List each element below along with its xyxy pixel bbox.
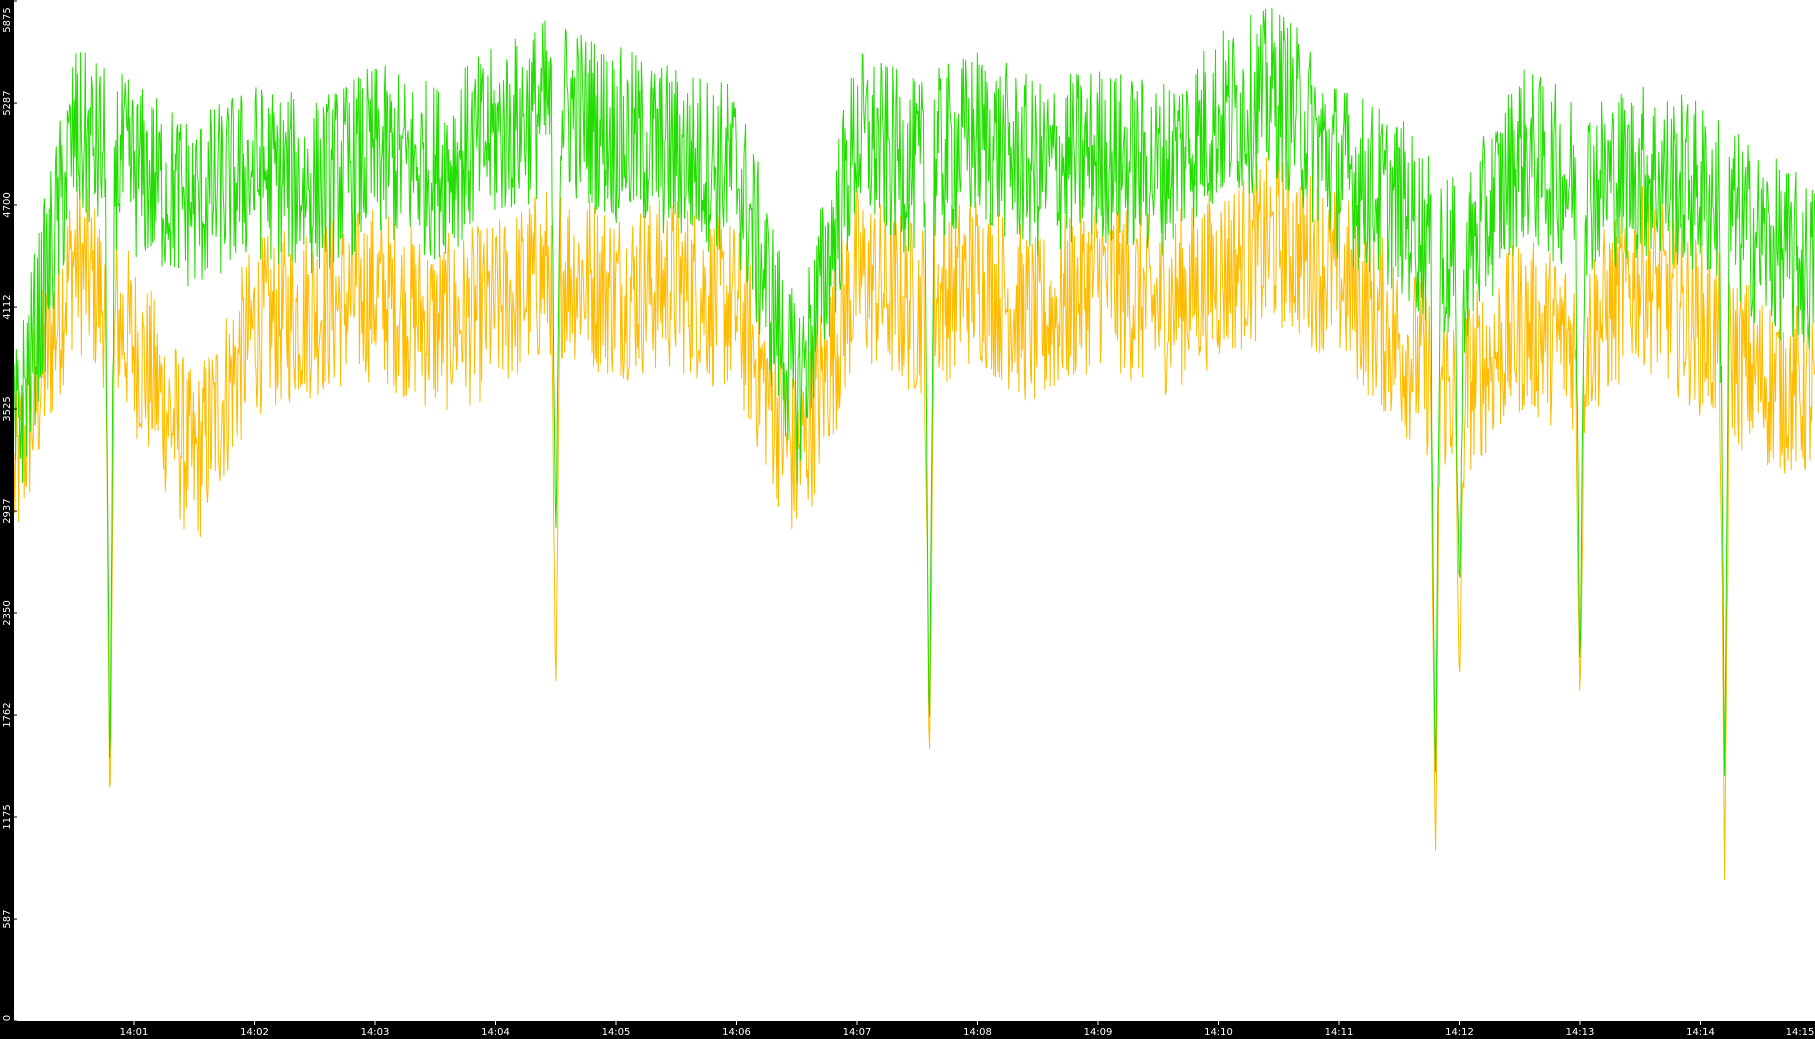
- x-tick-label: 14:12: [1445, 1027, 1474, 1038]
- y-tick-label: 5875: [2, 7, 13, 32]
- x-tick-label: 14:09: [1084, 1027, 1113, 1038]
- x-tick-label: 14:14: [1686, 1027, 1715, 1038]
- y-tick-label: 4112: [2, 294, 13, 319]
- x-tick-label: 14:10: [1204, 1027, 1233, 1038]
- x-tick-label: 14:03: [361, 1027, 390, 1038]
- x-tick-label: 14:01: [120, 1027, 149, 1038]
- x-tick-label: 14:06: [722, 1027, 751, 1038]
- x-tick-label: 14:04: [481, 1027, 510, 1038]
- y-tick-label: 587: [2, 910, 13, 929]
- y-tick-label: 5287: [2, 90, 13, 115]
- y-tick-label: 0: [2, 1015, 13, 1021]
- x-tick-label: 14:05: [602, 1027, 631, 1038]
- x-tick-label: 14:08: [963, 1027, 992, 1038]
- y-tick-label: 1762: [2, 702, 13, 727]
- x-tick-label: 14:11: [1325, 1027, 1354, 1038]
- x-tick-label: 14:13: [1566, 1027, 1595, 1038]
- y-tick-label: 2937: [2, 498, 13, 523]
- y-tick-label: 3525: [2, 396, 13, 421]
- x-axis-band: [0, 1021, 1815, 1039]
- x-tick-label: 14:02: [240, 1027, 269, 1038]
- line-chart: 0 587 1175 1762 2350 2937 3525 4112 4700 5287 5875…: [0, 0, 1815, 1039]
- y-tick-label: 4700: [2, 192, 13, 217]
- x-tick-label: 14:15: [1786, 1027, 1815, 1038]
- y-tick-label: 1175: [2, 804, 13, 829]
- y-tick-label: 2350: [2, 600, 13, 625]
- x-tick-label: 14:07: [843, 1027, 872, 1038]
